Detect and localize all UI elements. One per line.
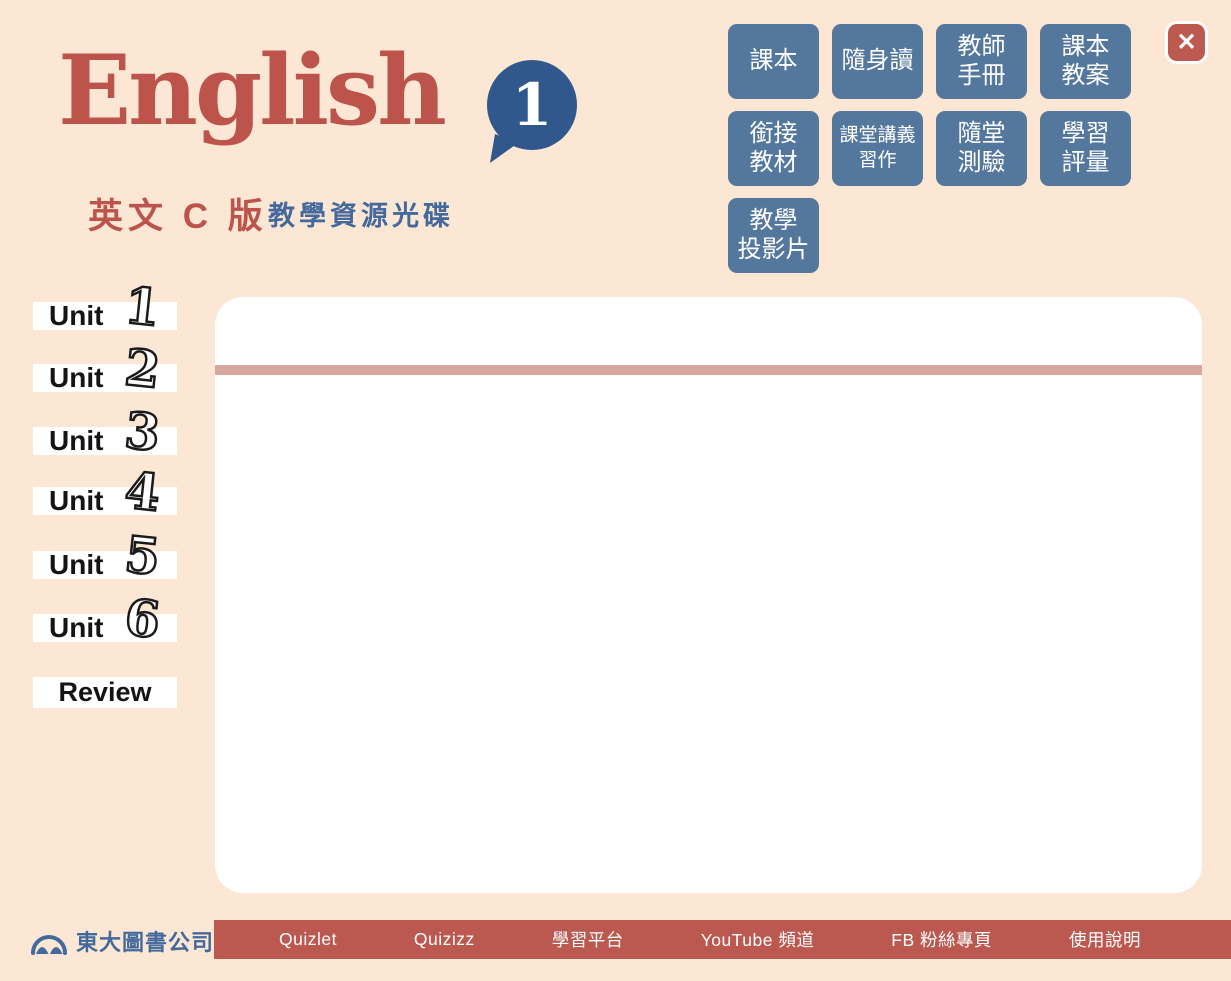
in-class-quiz-line1: 隨堂 [958, 120, 1006, 148]
publisher-name: 東大圖書公司 [76, 925, 214, 957]
sidebar-item-unit-5[interactable]: Unit 5 [33, 551, 177, 579]
app-window: { "header": { "logo_text": "English", "v… [0, 0, 1231, 981]
unit-6-number: 6 [122, 592, 162, 645]
unit-2-number: 2 [122, 342, 162, 395]
resource-button-grid: 課本 隨身讀 教師 手冊 課本 教案 銜接 教材 課堂講義 習作 隨堂 測驗 學… [728, 24, 1131, 273]
teaching-slides-button[interactable]: 教學 投影片 [728, 198, 819, 273]
class-handout-workbook-line1: 課堂講義 [839, 124, 915, 149]
in-class-quiz-button[interactable]: 隨堂 測驗 [936, 111, 1027, 186]
volume-1-badge: 1 [487, 60, 577, 150]
bridging-materials-line1: 銜接 [750, 120, 798, 148]
teaching-slides-line2: 投影片 [738, 236, 810, 264]
footer-link-fb-fanpage[interactable]: FB 粉絲專頁 [891, 927, 992, 952]
textbook-lesson-plan-line2: 教案 [1062, 62, 1110, 90]
footer-link-youtube-channel[interactable]: YouTube 頻道 [701, 927, 815, 952]
rainbow-arch-icon [30, 922, 68, 959]
textbook-button-label: 課本 [750, 47, 798, 75]
content-divider [215, 365, 1202, 375]
class-handout-workbook-button[interactable]: 課堂講義 習作 [832, 111, 923, 186]
footer-link-user-guide[interactable]: 使用說明 [1069, 927, 1141, 952]
english-logo-text: English [58, 38, 444, 144]
teacher-manual-button[interactable]: 教師 手冊 [936, 24, 1027, 99]
teacher-manual-line1: 教師 [958, 33, 1006, 61]
review-label: Review [58, 677, 151, 708]
unit-5-number: 5 [122, 529, 162, 582]
teacher-manual-line2: 手冊 [958, 62, 1006, 90]
teaching-slides-line1: 教學 [750, 207, 798, 235]
unit-4-number: 4 [122, 465, 162, 518]
unit-6-label: Unit [49, 612, 103, 644]
disc-title: 教學資源光碟 [268, 194, 454, 233]
publisher-logo: 東大圖書公司 [30, 922, 214, 959]
footer-link-quizlet[interactable]: Quizlet [279, 929, 337, 950]
close-icon: ✕ [1176, 31, 1196, 55]
unit-3-number: 3 [122, 405, 162, 458]
sidebar-item-review[interactable]: Review [33, 677, 177, 708]
learning-assessment-line2: 評量 [1062, 149, 1110, 177]
learning-assessment-line1: 學習 [1062, 120, 1110, 148]
unit-1-label: Unit [49, 300, 103, 332]
footer-link-quizizz[interactable]: Quizizz [414, 929, 475, 950]
content-panel [215, 297, 1202, 893]
speech-bubble-tail-icon [489, 134, 519, 164]
bridging-materials-line2: 教材 [750, 149, 798, 177]
unit-3-label: Unit [49, 425, 103, 457]
class-handout-workbook-line2: 習作 [858, 149, 896, 174]
sidebar-item-unit-3[interactable]: Unit 3 [33, 427, 177, 455]
bridging-materials-button[interactable]: 銜接 教材 [728, 111, 819, 186]
textbook-lesson-plan-line1: 課本 [1062, 33, 1110, 61]
in-class-quiz-line2: 測驗 [958, 149, 1006, 177]
pocket-reader-button[interactable]: 隨身讀 [832, 24, 923, 99]
sidebar-item-unit-1[interactable]: Unit 1 [33, 302, 177, 330]
sidebar-item-unit-2[interactable]: Unit 2 [33, 364, 177, 392]
unit-4-label: Unit [49, 485, 103, 517]
series-label: 英文 C 版 [88, 188, 268, 239]
close-button[interactable]: ✕ [1165, 21, 1208, 64]
footer-link-learning-platform[interactable]: 學習平台 [552, 927, 624, 952]
pocket-reader-button-label: 隨身讀 [842, 47, 914, 75]
unit-5-label: Unit [49, 549, 103, 581]
unit-1-number: 1 [122, 280, 162, 333]
volume-number: 1 [512, 76, 552, 134]
sidebar-item-unit-6[interactable]: Unit 6 [33, 614, 177, 642]
learning-assessment-button[interactable]: 學習 評量 [1040, 111, 1131, 186]
textbook-lesson-plan-button[interactable]: 課本 教案 [1040, 24, 1131, 99]
sidebar-item-unit-4[interactable]: Unit 4 [33, 487, 177, 515]
textbook-button[interactable]: 課本 [728, 24, 819, 99]
footer-bar: Quizlet Quizizz 學習平台 YouTube 頻道 FB 粉絲專頁 … [214, 920, 1231, 959]
unit-2-label: Unit [49, 362, 103, 394]
